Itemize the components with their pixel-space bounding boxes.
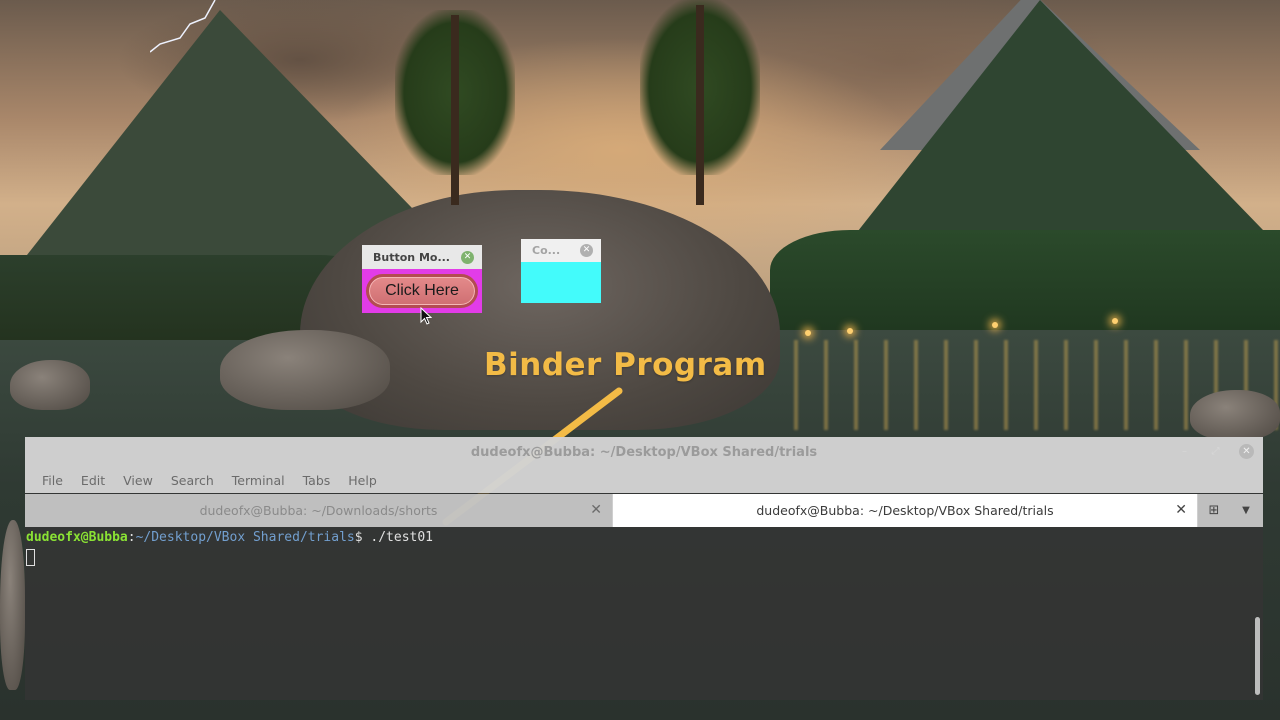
close-tab-icon[interactable]: ✕ [590,503,602,517]
close-tab-icon[interactable]: ✕ [1175,503,1187,517]
cursor-line [26,547,1262,572]
minimize-icon[interactable]: – [1177,444,1192,459]
terminal-scrollbar[interactable] [1255,617,1260,695]
menu-file[interactable]: File [33,473,72,488]
menu-view[interactable]: View [114,473,162,488]
terminal-output[interactable]: dudeofx@Bubba:~/Desktop/VBox Shared/tria… [25,527,1263,700]
prompt-path: ~/Desktop/VBox Shared/trials [135,530,355,545]
rock [1190,390,1280,440]
village-light [847,328,853,334]
menu-terminal[interactable]: Terminal [223,473,294,488]
prompt-line: dudeofx@Bubba:~/Desktop/VBox Shared/tria… [26,529,1262,547]
tab-list-dropdown-icon[interactable]: ▼ [1230,494,1262,527]
menu-edit[interactable]: Edit [72,473,114,488]
annotation-label: Binder Program [484,347,767,383]
terminal-titlebar[interactable]: dudeofx@Bubba: ~/Desktop/VBox Shared/tri… [25,437,1263,467]
terminal-tabbar: dudeofx@Bubba: ~/Downloads/shorts ✕ dude… [25,494,1263,527]
button-window-titlebar[interactable]: Button Mo... ✕ [362,245,482,270]
prompt-command: ./test01 [362,530,434,545]
tab-vbox-shared-trials[interactable]: dudeofx@Bubba: ~/Desktop/VBox Shared/tri… [612,494,1198,527]
text-cursor [26,549,35,566]
color-window-titlebar[interactable]: Co... ✕ [521,239,601,263]
tab-downloads-shorts[interactable]: dudeofx@Bubba: ~/Downloads/shorts ✕ [25,494,612,527]
menu-help[interactable]: Help [339,473,386,488]
terminal-title: dudeofx@Bubba: ~/Desktop/VBox Shared/tri… [470,444,818,460]
close-icon[interactable]: ✕ [580,244,593,257]
prompt-separator: : [127,530,136,545]
village-light [992,322,998,328]
village-light [1112,318,1118,324]
tab-label: dudeofx@Bubba: ~/Desktop/VBox Shared/tri… [756,503,1054,518]
terminal-menubar: File Edit View Search Terminal Tabs Help [25,467,1263,493]
window-controls: – ⤢ ✕ [1177,444,1254,459]
button-window-title: Button Mo... [373,250,450,264]
rock [10,360,90,410]
button-mode-window: Button Mo... ✕ Click Here [362,245,482,313]
menu-search[interactable]: Search [162,473,223,488]
rock [220,330,390,410]
click-here-button[interactable]: Click Here [366,274,478,308]
prompt-symbol: $ [354,530,363,545]
close-icon[interactable]: ✕ [461,250,474,264]
close-icon[interactable]: ✕ [1239,444,1254,459]
mouse-pointer-icon [420,307,432,325]
maximize-icon[interactable]: ⤢ [1208,444,1223,459]
terminal-window: dudeofx@Bubba: ~/Desktop/VBox Shared/tri… [25,437,1263,700]
color-window-title: Co... [532,244,561,257]
tree [640,0,760,205]
tree [395,10,515,205]
new-tab-icon[interactable]: ⊞ [1198,494,1230,527]
menu-tabs[interactable]: Tabs [294,473,340,488]
color-window-body [521,262,601,303]
forest [770,230,1280,330]
village-light [805,330,811,336]
rock [0,520,25,690]
tab-label: dudeofx@Bubba: ~/Downloads/shorts [199,503,438,518]
color-window: Co... ✕ [521,239,601,303]
prompt-user-host: dudeofx@Bubba [26,530,128,545]
